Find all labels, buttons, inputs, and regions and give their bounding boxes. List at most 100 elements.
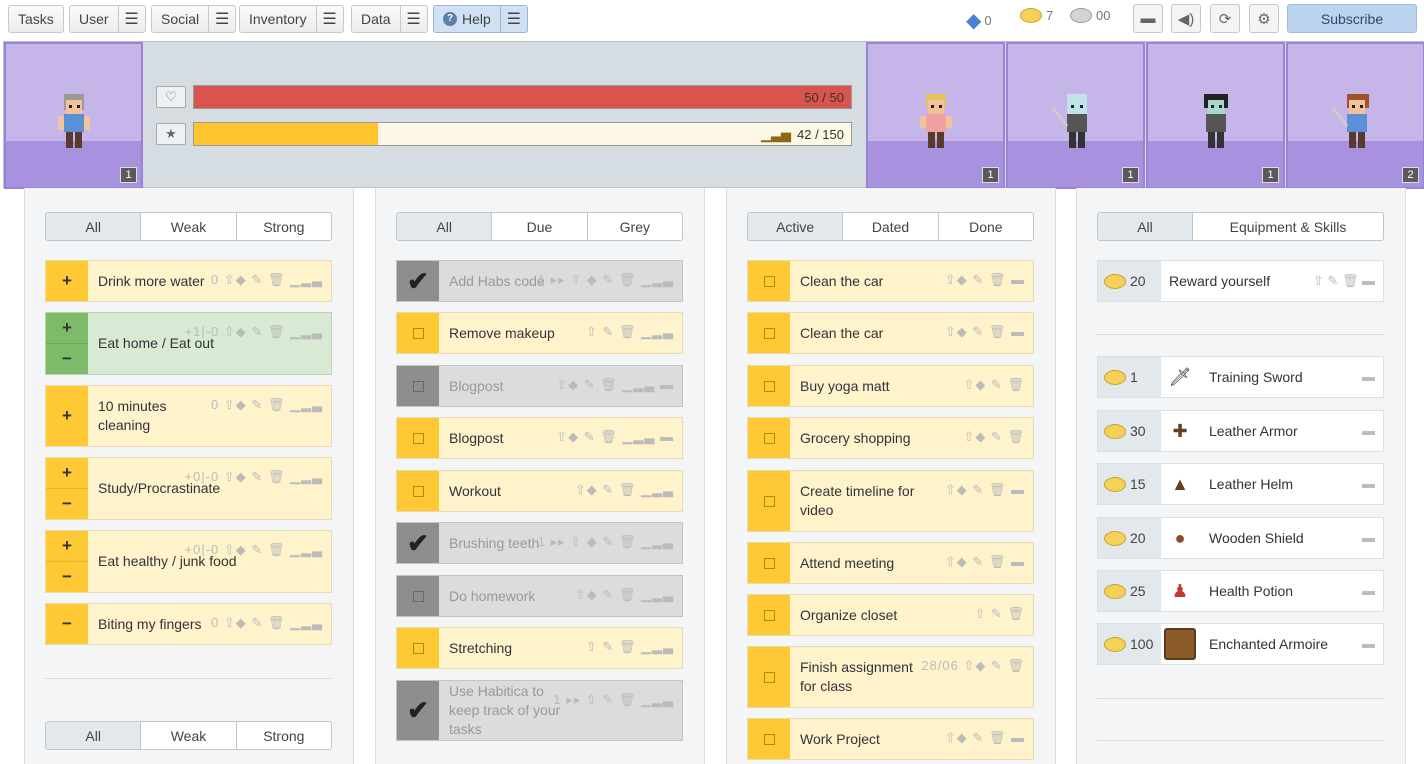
habit-item[interactable]: − Biting my fingers 0 ⇧◆ ✎ 🗑 ▁▂▃ [45, 603, 332, 645]
checkbox[interactable] [748, 543, 790, 583]
daily-item[interactable]: Blogpost ⇧◆ ✎ 🗑 ▁▂▃ ▬ [396, 365, 683, 407]
daily-actions[interactable]: 1 ▸▸ ⇧ ◆ ✎ 🗑 ▁▂▃ [538, 534, 674, 550]
filter-all[interactable]: All [46, 722, 142, 749]
daily-actions[interactable]: ⇧◆ ✎ 🗑 ▁▂▃ [575, 482, 674, 498]
daily-actions[interactable]: 1 ▸▸ ⇧ ✎ 🗑 ▁▂▃ [553, 692, 674, 708]
daily-item[interactable]: Blogpost ⇧◆ ✎ 🗑 ▁▂▃ ▬ [396, 417, 683, 459]
user-menu[interactable]: User ☰ [69, 5, 146, 33]
checkbox[interactable] [748, 719, 790, 759]
filter-dated[interactable]: Dated [843, 213, 939, 240]
daily-item[interactable]: Stretching ⇧ ✎ 🗑 ▁▂▃ [396, 627, 683, 669]
daily-actions[interactable]: ⇧◆ ✎ 🗑 ▁▂▃ ▬ [556, 377, 674, 393]
habit-item[interactable]: + − Study/Procrastinate +0|-0 ⇧◆ ✎ 🗑 ▁▂▃ [45, 457, 332, 520]
todo-actions[interactable]: ⇧ ✎ 🗑 [974, 606, 1025, 622]
daily-item[interactable]: ✔ Add Habs code 1 ▸▸ ⇧ ◆ ✎ 🗑 ▁▂▃ [396, 260, 683, 302]
checkbox[interactable] [748, 313, 790, 353]
filter-done[interactable]: Done [939, 213, 1033, 240]
habit-actions[interactable]: 0 ⇧◆ ✎ 🗑 ▁▂▃ [211, 397, 323, 413]
checkbox[interactable] [748, 471, 790, 531]
filter-grey[interactable]: Grey [588, 213, 682, 240]
minus-button[interactable]: − [46, 344, 88, 374]
filter-due[interactable]: Due [492, 213, 588, 240]
comment-icon[interactable]: ▬ [1362, 583, 1375, 598]
filter-strong[interactable]: Strong [237, 213, 331, 240]
habit-actions[interactable]: +1|-0 ⇧◆ ✎ 🗑 ▁▂▃ [185, 324, 323, 340]
habit-actions[interactable]: +0|-0 ⇧◆ ✎ 🗑 ▁▂▃ [185, 542, 323, 558]
habit-actions[interactable]: 0 ⇧◆ ✎ 🗑 ▁▂▃ [211, 615, 323, 631]
plus-button[interactable]: + [46, 313, 88, 344]
sync-icon[interactable]: ⟳ [1210, 4, 1240, 33]
menu-icon[interactable]: ☰ [499, 6, 527, 32]
habit-item[interactable]: +10 minutes cleaning 0 ⇧◆ ✎ 🗑 ▁▂▃ [45, 385, 332, 447]
filter-all[interactable]: All [397, 213, 493, 240]
todo-item[interactable]: Grocery shopping ⇧◆ ✎ 🗑 [747, 417, 1034, 459]
reward-price[interactable]: 20 [1098, 261, 1161, 301]
checkbox[interactable] [748, 261, 790, 301]
reward-price[interactable]: 20 [1098, 518, 1161, 558]
habit-item[interactable]: + − Eat home / Eat out +1|-0 ⇧◆ ✎ 🗑 ▁▂▃ [45, 312, 332, 375]
todo-actions[interactable]: ⇧◆ ✎ 🗑 [963, 377, 1025, 393]
inventory-menu[interactable]: Inventory ☰ [239, 5, 344, 33]
todo-actions[interactable]: ⇧◆ ✎ 🗑 ▬ [945, 482, 1025, 498]
menu-icon[interactable]: ☰ [117, 6, 145, 32]
comment-icon[interactable]: ▬ [1362, 423, 1375, 438]
todo-item[interactable]: Buy yoga matt ⇧◆ ✎ 🗑 [747, 365, 1034, 407]
reward-price[interactable]: 30 [1098, 411, 1161, 451]
checkbox[interactable] [748, 418, 790, 458]
comment-icon[interactable]: ▬ [1362, 476, 1375, 491]
plus-button[interactable]: + [46, 386, 88, 446]
daily-item[interactable]: Workout ⇧◆ ✎ 🗑 ▁▂▃ [396, 470, 683, 512]
party-member-3[interactable]: 1 [1146, 42, 1285, 189]
checkbox[interactable] [397, 576, 439, 616]
todo-actions[interactable]: 28/06 ⇧◆ ✎ 🗑 [921, 658, 1025, 674]
player-avatar[interactable]: 1 [4, 42, 143, 189]
reward-price[interactable]: 15 [1098, 464, 1161, 504]
check-icon[interactable]: ✔ [397, 261, 439, 301]
todo-item[interactable]: Finish assignment for class 28/06 ⇧◆ ✎ 🗑 [747, 646, 1034, 708]
chat-icon[interactable]: ▬ [1133, 4, 1163, 33]
todo-item[interactable]: Create timeline for video ⇧◆ ✎ 🗑 ▬ [747, 470, 1034, 532]
party-member-2[interactable]: 1 [1006, 42, 1145, 189]
settings-icon[interactable]: ⚙ [1249, 4, 1279, 33]
filter-strong[interactable]: Strong [237, 722, 331, 749]
plus-button[interactable]: + [46, 261, 88, 301]
todo-actions[interactable]: ⇧◆ ✎ 🗑 ▬ [945, 730, 1025, 746]
menu-icon[interactable]: ☰ [208, 6, 235, 32]
comment-icon[interactable]: ▬ [1362, 369, 1375, 384]
filter-weak[interactable]: Weak [141, 722, 237, 749]
check-icon[interactable]: ✔ [397, 523, 439, 563]
sound-icon[interactable]: ◀) [1171, 4, 1201, 33]
reward-price[interactable]: 100 [1098, 624, 1161, 664]
filter-all[interactable]: All [1098, 213, 1193, 240]
shop-item[interactable]: 20 ● Wooden Shield ▬ [1097, 517, 1384, 559]
shop-item[interactable]: 1 🗡 Training Sword ▬ [1097, 356, 1384, 398]
habit-actions[interactable]: +0|-0 ⇧◆ ✎ 🗑 ▁▂▃ [185, 469, 323, 485]
shop-item[interactable]: 15 ▲ Leather Helm ▬ [1097, 463, 1384, 505]
shop-item[interactable]: 30 ✚ Leather Armor ▬ [1097, 410, 1384, 452]
checkbox[interactable] [397, 366, 439, 406]
party-member-4[interactable]: 2 [1286, 42, 1424, 189]
help-menu[interactable]: ? Help ☰ [433, 5, 528, 33]
party-member-1[interactable]: 1 [866, 42, 1005, 189]
checkbox[interactable] [397, 628, 439, 668]
data-menu[interactable]: Data ☰ [351, 5, 428, 33]
reward-actions[interactable]: ⇧ ✎ 🗑 ▬ [1313, 273, 1375, 289]
checkbox[interactable] [748, 595, 790, 635]
todo-item[interactable]: Attend meeting ⇧◆ ✎ 🗑 ▬ [747, 542, 1034, 584]
plus-button[interactable]: + [46, 531, 88, 562]
todo-actions[interactable]: ⇧◆ ✎ 🗑 ▬ [945, 324, 1025, 340]
check-icon[interactable]: ✔ [397, 681, 439, 740]
menu-icon[interactable]: ☰ [315, 6, 343, 32]
daily-item[interactable]: Do homework ⇧◆ ✎ 🗑 ▁▂▃ [396, 575, 683, 617]
checkbox[interactable] [748, 647, 790, 707]
todo-item[interactable]: Clean the car ⇧◆ ✎ 🗑 ▬ [747, 260, 1034, 302]
todo-actions[interactable]: ⇧◆ ✎ 🗑 ▬ [945, 554, 1025, 570]
todo-item[interactable]: Organize closet ⇧ ✎ 🗑 [747, 594, 1034, 636]
todo-item[interactable]: Clean the car ⇧◆ ✎ 🗑 ▬ [747, 312, 1034, 354]
daily-actions[interactable]: ⇧ ✎ 🗑 ▁▂▃ [586, 639, 674, 655]
plus-button[interactable]: + [46, 458, 88, 489]
habit-item[interactable]: + Drink more water 0 ⇧◆ ✎ 🗑 ▁▂▃ [45, 260, 332, 302]
todo-actions[interactable]: ⇧◆ ✎ 🗑 [963, 429, 1025, 445]
minus-button[interactable]: − [46, 562, 88, 592]
social-menu[interactable]: Social ☰ [151, 5, 237, 33]
